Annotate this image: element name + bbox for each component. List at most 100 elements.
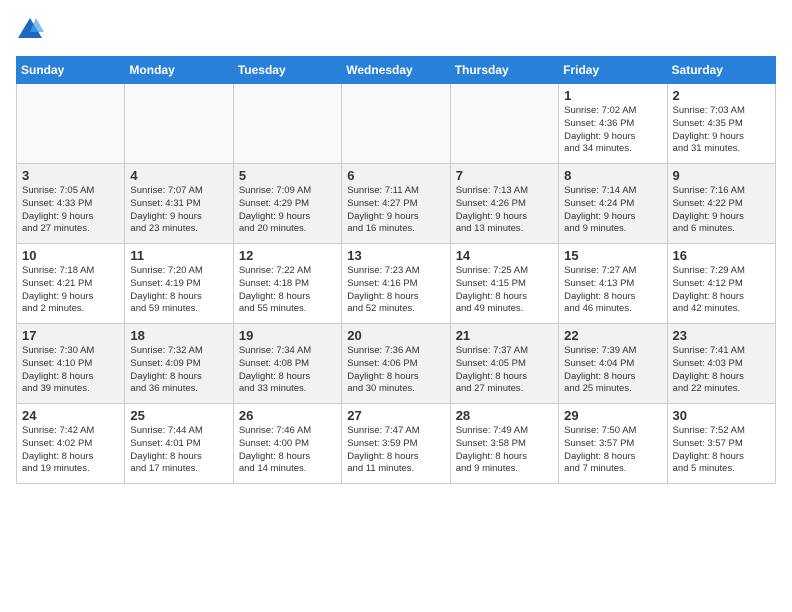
calendar-day: 7 Sunrise: 7:13 AM Sunset: 4:26 PM Daylig… <box>450 164 558 244</box>
day-info: Sunrise: 7:09 AM Sunset: 4:29 PM Dayligh… <box>239 185 336 236</box>
calendar-day: 17 Sunrise: 7:30 AM Sunset: 4:10 PM Dayli… <box>17 324 125 404</box>
header-day-friday: Friday <box>559 57 667 84</box>
header-day-monday: Monday <box>125 57 233 84</box>
calendar-week-1: 1 Sunrise: 7:02 AM Sunset: 4:36 PM Daylig… <box>17 84 776 164</box>
calendar-day: 3 Sunrise: 7:05 AM Sunset: 4:33 PM Daylig… <box>17 164 125 244</box>
day-number: 8 <box>564 168 661 183</box>
day-info: Sunrise: 7:23 AM Sunset: 4:16 PM Dayligh… <box>347 265 444 316</box>
day-number: 7 <box>456 168 553 183</box>
day-number: 3 <box>22 168 119 183</box>
day-number: 28 <box>456 408 553 423</box>
calendar-week-5: 24Sunrise: 7:42 AM Sunset: 4:02 PM Dayli… <box>17 404 776 484</box>
calendar-day: 20 Sunrise: 7:36 AM Sunset: 4:06 PM Dayli… <box>342 324 450 404</box>
day-info: Sunrise: 7:20 AM Sunset: 4:19 PM Dayligh… <box>130 265 227 316</box>
logo <box>16 16 48 44</box>
day-info: Sunrise: 7:49 AM Sunset: 3:58 PM Dayligh… <box>456 425 553 476</box>
day-number: 19 <box>239 328 336 343</box>
day-number: 9 <box>673 168 770 183</box>
calendar-day <box>450 84 558 164</box>
calendar-day <box>17 84 125 164</box>
day-number: 23 <box>673 328 770 343</box>
calendar-day: 12 Sunrise: 7:22 AM Sunset: 4:18 PM Dayli… <box>233 244 341 324</box>
calendar-day: 15Sunrise: 7:27 AM Sunset: 4:13 PM Dayli… <box>559 244 667 324</box>
calendar-day <box>233 84 341 164</box>
header-row: SundayMondayTuesdayWednesdayThursdayFrid… <box>17 57 776 84</box>
day-info: Sunrise: 7:02 AM Sunset: 4:36 PM Dayligh… <box>564 105 661 156</box>
day-info: Sunrise: 7:41 AM Sunset: 4:03 PM Dayligh… <box>673 345 770 396</box>
day-info: Sunrise: 7:11 AM Sunset: 4:27 PM Dayligh… <box>347 185 444 236</box>
day-info: Sunrise: 7:03 AM Sunset: 4:35 PM Dayligh… <box>673 105 770 156</box>
day-info: Sunrise: 7:14 AM Sunset: 4:24 PM Dayligh… <box>564 185 661 236</box>
day-number: 20 <box>347 328 444 343</box>
calendar-day: 21 Sunrise: 7:37 AM Sunset: 4:05 PM Dayli… <box>450 324 558 404</box>
day-number: 25 <box>130 408 227 423</box>
calendar-day: 28 Sunrise: 7:49 AM Sunset: 3:58 PM Dayli… <box>450 404 558 484</box>
calendar-day: 13 Sunrise: 7:23 AM Sunset: 4:16 PM Dayli… <box>342 244 450 324</box>
calendar-day: 19 Sunrise: 7:34 AM Sunset: 4:08 PM Dayli… <box>233 324 341 404</box>
calendar-day: 16 Sunrise: 7:29 AM Sunset: 4:12 PM Dayli… <box>667 244 775 324</box>
calendar-day: 6 Sunrise: 7:11 AM Sunset: 4:27 PM Daylig… <box>342 164 450 244</box>
calendar-week-4: 17 Sunrise: 7:30 AM Sunset: 4:10 PM Dayli… <box>17 324 776 404</box>
calendar-day: 22 Sunrise: 7:39 AM Sunset: 4:04 PM Dayli… <box>559 324 667 404</box>
day-info: Sunrise: 7:52 AM Sunset: 3:57 PM Dayligh… <box>673 425 770 476</box>
day-number: 17 <box>22 328 119 343</box>
calendar-day: 14Sunrise: 7:25 AM Sunset: 4:15 PM Dayli… <box>450 244 558 324</box>
day-number: 11 <box>130 248 227 263</box>
day-info: Sunrise: 7:27 AM Sunset: 4:13 PM Dayligh… <box>564 265 661 316</box>
day-number: 5 <box>239 168 336 183</box>
calendar-day <box>342 84 450 164</box>
day-number: 18 <box>130 328 227 343</box>
header-day-tuesday: Tuesday <box>233 57 341 84</box>
day-number: 16 <box>673 248 770 263</box>
day-number: 27 <box>347 408 444 423</box>
day-number: 29 <box>564 408 661 423</box>
day-info: Sunrise: 7:05 AM Sunset: 4:33 PM Dayligh… <box>22 185 119 236</box>
day-info: Sunrise: 7:32 AM Sunset: 4:09 PM Dayligh… <box>130 345 227 396</box>
day-number: 21 <box>456 328 553 343</box>
day-number: 13 <box>347 248 444 263</box>
calendar-day: 24Sunrise: 7:42 AM Sunset: 4:02 PM Dayli… <box>17 404 125 484</box>
calendar-week-3: 10Sunrise: 7:18 AM Sunset: 4:21 PM Dayli… <box>17 244 776 324</box>
calendar-day: 27 Sunrise: 7:47 AM Sunset: 3:59 PM Dayli… <box>342 404 450 484</box>
day-number: 6 <box>347 168 444 183</box>
header-day-saturday: Saturday <box>667 57 775 84</box>
calendar-day: 9 Sunrise: 7:16 AM Sunset: 4:22 PM Daylig… <box>667 164 775 244</box>
day-info: Sunrise: 7:47 AM Sunset: 3:59 PM Dayligh… <box>347 425 444 476</box>
day-number: 1 <box>564 88 661 103</box>
day-info: Sunrise: 7:46 AM Sunset: 4:00 PM Dayligh… <box>239 425 336 476</box>
day-number: 30 <box>673 408 770 423</box>
day-info: Sunrise: 7:44 AM Sunset: 4:01 PM Dayligh… <box>130 425 227 476</box>
header-day-thursday: Thursday <box>450 57 558 84</box>
day-info: Sunrise: 7:25 AM Sunset: 4:15 PM Dayligh… <box>456 265 553 316</box>
header-day-wednesday: Wednesday <box>342 57 450 84</box>
day-info: Sunrise: 7:36 AM Sunset: 4:06 PM Dayligh… <box>347 345 444 396</box>
day-number: 2 <box>673 88 770 103</box>
day-number: 26 <box>239 408 336 423</box>
header-day-sunday: Sunday <box>17 57 125 84</box>
calendar-day <box>125 84 233 164</box>
day-info: Sunrise: 7:29 AM Sunset: 4:12 PM Dayligh… <box>673 265 770 316</box>
day-number: 12 <box>239 248 336 263</box>
calendar-day: 8 Sunrise: 7:14 AM Sunset: 4:24 PM Daylig… <box>559 164 667 244</box>
calendar-day: 1 Sunrise: 7:02 AM Sunset: 4:36 PM Daylig… <box>559 84 667 164</box>
calendar-day: 10Sunrise: 7:18 AM Sunset: 4:21 PM Dayli… <box>17 244 125 324</box>
calendar-week-2: 3 Sunrise: 7:05 AM Sunset: 4:33 PM Daylig… <box>17 164 776 244</box>
day-info: Sunrise: 7:37 AM Sunset: 4:05 PM Dayligh… <box>456 345 553 396</box>
calendar-day: 23 Sunrise: 7:41 AM Sunset: 4:03 PM Dayli… <box>667 324 775 404</box>
day-info: Sunrise: 7:30 AM Sunset: 4:10 PM Dayligh… <box>22 345 119 396</box>
day-info: Sunrise: 7:13 AM Sunset: 4:26 PM Dayligh… <box>456 185 553 236</box>
calendar-day: 11 Sunrise: 7:20 AM Sunset: 4:19 PM Dayli… <box>125 244 233 324</box>
calendar-day: 30 Sunrise: 7:52 AM Sunset: 3:57 PM Dayli… <box>667 404 775 484</box>
day-number: 22 <box>564 328 661 343</box>
calendar-day: 29 Sunrise: 7:50 AM Sunset: 3:57 PM Dayli… <box>559 404 667 484</box>
calendar-day: 5 Sunrise: 7:09 AM Sunset: 4:29 PM Daylig… <box>233 164 341 244</box>
day-info: Sunrise: 7:39 AM Sunset: 4:04 PM Dayligh… <box>564 345 661 396</box>
day-info: Sunrise: 7:07 AM Sunset: 4:31 PM Dayligh… <box>130 185 227 236</box>
day-number: 10 <box>22 248 119 263</box>
day-info: Sunrise: 7:34 AM Sunset: 4:08 PM Dayligh… <box>239 345 336 396</box>
day-info: Sunrise: 7:16 AM Sunset: 4:22 PM Dayligh… <box>673 185 770 236</box>
day-info: Sunrise: 7:50 AM Sunset: 3:57 PM Dayligh… <box>564 425 661 476</box>
day-info: Sunrise: 7:22 AM Sunset: 4:18 PM Dayligh… <box>239 265 336 316</box>
page-header <box>16 16 776 44</box>
day-number: 24 <box>22 408 119 423</box>
